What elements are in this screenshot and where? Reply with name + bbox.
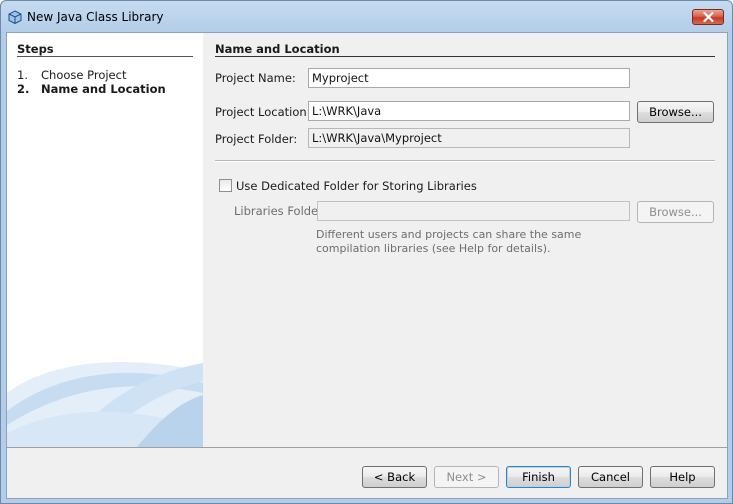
section-heading: Name and Location — [215, 42, 340, 56]
project-folder-field[interactable] — [308, 128, 630, 148]
next-button[interactable]: Next > — [434, 466, 499, 488]
java-cube-icon — [8, 10, 22, 24]
dedicated-folder-label[interactable]: Use Dedicated Folder for Storing Librari… — [236, 179, 477, 193]
libraries-folder-label: Libraries Folder: — [234, 204, 327, 218]
cancel-button[interactable]: Cancel — [578, 466, 643, 488]
project-name-input[interactable] — [308, 68, 630, 88]
browse-libraries-button[interactable]: Browse... — [637, 201, 714, 223]
steps-heading: Steps — [17, 42, 54, 56]
dialog-window: New Java Class Library Steps 1. Choose Pr… — [0, 0, 733, 504]
back-button[interactable]: < Back — [362, 466, 427, 488]
step-number: 1. — [17, 68, 28, 82]
project-location-label: Project Location: — [215, 105, 311, 119]
libraries-folder-input[interactable] — [317, 201, 630, 221]
help-button[interactable]: Help — [650, 466, 715, 488]
window-title: New Java Class Library — [27, 10, 164, 24]
step-choose-project: 1. Choose Project — [17, 68, 126, 82]
dialog-content: Steps 1. Choose Project 2. Name and Locati… — [6, 32, 728, 499]
separator — [215, 160, 715, 162]
title-bar[interactable]: New Java Class Library — [1, 1, 732, 33]
close-icon — [703, 12, 714, 22]
libraries-hint-text: Different users and projects can share t… — [316, 228, 582, 255]
step-number: 2. — [17, 82, 30, 96]
step-label: Choose Project — [41, 68, 127, 82]
project-name-label: Project Name: — [215, 71, 296, 85]
steps-panel: Steps 1. Choose Project 2. Name and Locati… — [7, 33, 203, 447]
name-and-location-panel: Name and Location Project Name: Project … — [203, 33, 727, 447]
decorative-wave-graphic — [7, 362, 203, 447]
button-bar: < Back Next > Finish Cancel Help — [7, 448, 727, 498]
step-name-and-location: 2. Name and Location — [17, 82, 166, 96]
dedicated-folder-checkbox[interactable] — [219, 179, 232, 192]
finish-button[interactable]: Finish — [506, 466, 571, 488]
close-button[interactable] — [692, 9, 724, 25]
project-folder-label: Project Folder: — [215, 132, 298, 146]
steps-divider — [17, 56, 193, 57]
browse-location-button[interactable]: Browse... — [637, 101, 714, 123]
section-divider — [215, 56, 715, 57]
step-label: Name and Location — [41, 82, 166, 96]
project-location-input[interactable] — [308, 101, 630, 121]
